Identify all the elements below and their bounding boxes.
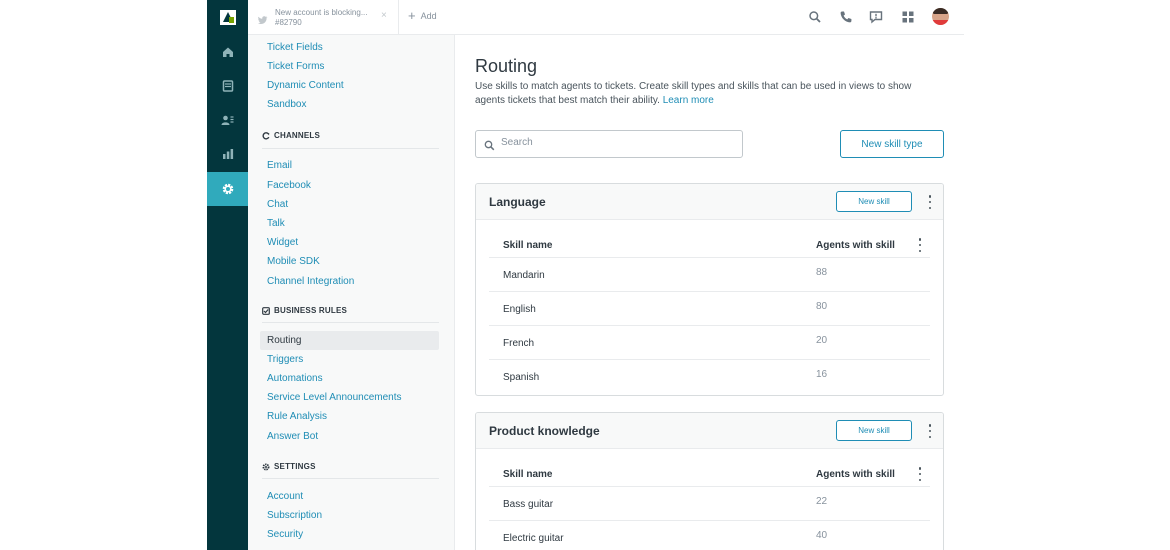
chat-icon[interactable] (869, 10, 883, 24)
business-rules-heading-label: BUSINESS RULES (274, 306, 348, 315)
new-skill-button[interactable]: New skill (836, 191, 912, 212)
ticket-tab[interactable]: New account is blocking... #82790 × (248, 0, 399, 34)
agent-count: 22 (816, 496, 828, 507)
top-bar: New account is blocking... #82790 × + Ad… (248, 0, 964, 35)
add-label: Add (420, 11, 437, 21)
phone-icon[interactable] (839, 10, 853, 24)
add-button[interactable]: + Add (408, 8, 437, 23)
column-header-agents[interactable]: Agents with skill (816, 469, 895, 480)
card-header: Language New skill (476, 184, 943, 220)
sidebar-item-ticket-forms[interactable]: Ticket Forms (267, 61, 324, 72)
search-icon[interactable] (808, 10, 822, 24)
sidebar-item-service-level-announcements[interactable]: Service Level Announcements (267, 392, 402, 403)
user-avatar[interactable] (932, 8, 949, 25)
table-row[interactable]: Bass guitar 22 (489, 486, 930, 520)
business-rules-heading: BUSINESS RULES (262, 306, 347, 315)
tab-ticket-number: #82790 (275, 18, 302, 27)
skill-type-title: Language (489, 195, 546, 209)
table-row[interactable]: Mandarin 88 (489, 257, 930, 291)
search-input[interactable] (501, 137, 731, 148)
card-options-icon[interactable] (927, 195, 933, 209)
sidebar-item-routing[interactable]: Routing (260, 331, 439, 350)
settings-heading-label: SETTINGS (274, 462, 316, 471)
sidebar-item-answer-bot[interactable]: Answer Bot (267, 431, 318, 442)
search-icon (484, 138, 495, 156)
divider (262, 322, 439, 323)
sidebar-item-security[interactable]: Security (267, 529, 303, 540)
sidebar-item-triggers[interactable]: Triggers (267, 354, 303, 365)
agent-count: 20 (816, 335, 828, 346)
skill-name: French (503, 338, 535, 349)
sidebar-item-email[interactable]: Email (267, 160, 292, 171)
agent-count: 16 (816, 369, 828, 380)
main-nav-rail (207, 0, 248, 550)
table-options-icon[interactable] (917, 467, 923, 481)
sidebar-item-widget[interactable]: Widget (267, 237, 298, 248)
settings-gear-icon (262, 463, 270, 470)
plus-icon: + (408, 8, 416, 23)
column-header-skill-name[interactable]: Skill name (503, 469, 552, 480)
search-box[interactable] (475, 130, 743, 158)
table-row[interactable]: English 80 (489, 291, 930, 325)
page-title: Routing (475, 56, 538, 76)
customers-icon[interactable] (207, 103, 248, 137)
views-icon[interactable] (207, 69, 248, 103)
column-header-agents[interactable]: Agents with skill (816, 240, 895, 251)
sidebar-item-ticket-fields[interactable]: Ticket Fields (267, 42, 323, 53)
reporting-icon[interactable] (207, 137, 248, 171)
page-description: Use skills to match agents to tickets. C… (475, 80, 935, 108)
agent-count: 88 (816, 267, 828, 278)
channels-heading-label: CHANNELS (274, 131, 321, 140)
skill-name: Bass guitar (503, 499, 554, 510)
main-content: Routing Use skills to match agents to ti… (456, 35, 964, 550)
sidebar-item-talk[interactable]: Talk (267, 218, 285, 229)
table-row[interactable]: Spanish 16 (489, 359, 930, 393)
sidebar-item-facebook[interactable]: Facebook (267, 180, 311, 191)
card-options-icon[interactable] (927, 424, 933, 438)
sidebar-item-automations[interactable]: Automations (267, 373, 323, 384)
skill-name: Spanish (503, 372, 540, 383)
zendesk-logo[interactable] (219, 8, 237, 26)
table-options-icon[interactable] (917, 238, 923, 252)
tab-title: New account is blocking... (275, 8, 368, 17)
skill-type-card-language: Language New skill Skill name Agents wit… (475, 183, 944, 396)
sidebar-item-channel-integration[interactable]: Channel Integration (267, 276, 354, 287)
sidebar-item-rule-analysis[interactable]: Rule Analysis (267, 411, 327, 422)
table-row[interactable]: French 20 (489, 325, 930, 359)
sidebar-item-account[interactable]: Account (267, 491, 303, 502)
skill-type-card-product-knowledge: Product knowledge New skill Skill name A… (475, 412, 944, 550)
apps-grid-icon[interactable] (901, 10, 915, 24)
skill-name: English (503, 304, 536, 315)
divider (262, 148, 439, 149)
channels-icon (262, 131, 270, 139)
agent-count: 80 (816, 301, 828, 312)
column-header-skill-name[interactable]: Skill name (503, 240, 552, 251)
sidebar-item-subscription[interactable]: Subscription (267, 510, 322, 521)
divider (262, 478, 439, 479)
close-tab-icon[interactable]: × (381, 10, 387, 21)
settings-heading: SETTINGS (262, 462, 316, 471)
sidebar-item-sandbox[interactable]: Sandbox (267, 99, 306, 110)
settings-sidebar: Ticket Fields Ticket Forms Dynamic Conte… (248, 35, 455, 550)
admin-gear-icon[interactable] (207, 172, 248, 206)
card-header: Product knowledge New skill (476, 413, 943, 449)
learn-more-link[interactable]: Learn more (663, 95, 714, 106)
new-skill-type-button[interactable]: New skill type (840, 130, 944, 158)
agent-count: 40 (816, 530, 828, 541)
skill-name: Electric guitar (503, 533, 564, 544)
sidebar-item-chat[interactable]: Chat (267, 199, 288, 210)
skill-name: Mandarin (503, 270, 545, 281)
home-icon[interactable] (207, 35, 248, 69)
sidebar-item-dynamic-content[interactable]: Dynamic Content (267, 80, 344, 91)
skill-type-title: Product knowledge (489, 424, 600, 438)
table-row[interactable]: Electric guitar 40 (489, 520, 930, 550)
business-rules-icon (262, 306, 270, 315)
twitter-icon (258, 12, 268, 30)
new-skill-button[interactable]: New skill (836, 420, 912, 441)
channels-heading: CHANNELS (262, 131, 320, 140)
sidebar-item-mobile-sdk[interactable]: Mobile SDK (267, 256, 320, 267)
